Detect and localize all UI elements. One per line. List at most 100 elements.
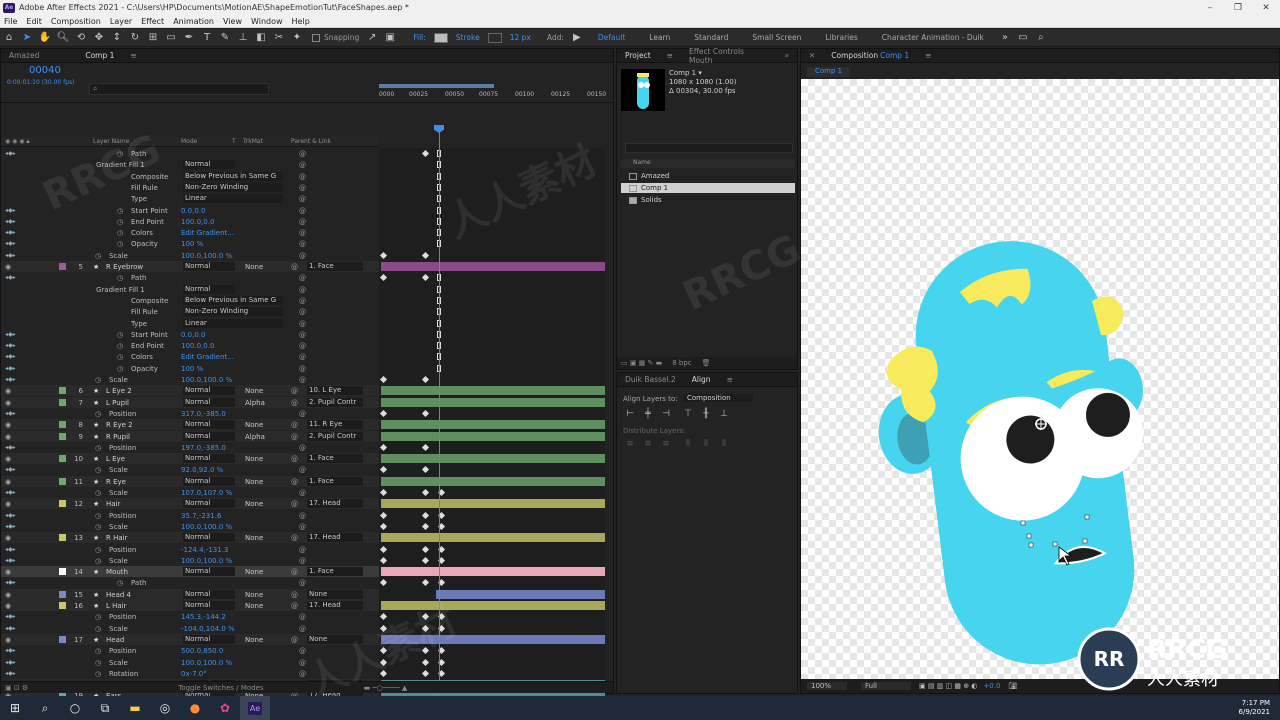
stopwatch-icon[interactable]: ◷ xyxy=(95,489,101,497)
pickwhip-icon[interactable]: @ xyxy=(299,240,306,248)
stopwatch-icon[interactable]: ◷ xyxy=(117,207,123,215)
keyframe-nav-icon[interactable]: ◂◆▸ xyxy=(5,444,16,451)
snap-target-icon[interactable]: ▣ xyxy=(383,31,397,45)
keyframe[interactable] xyxy=(421,578,430,587)
property-row[interactable]: ◂◆▸ ◷ Position 197.0,-385.0 @ xyxy=(1,442,379,453)
project-item[interactable]: Solids xyxy=(621,195,795,205)
keyframe-nav-icon[interactable]: ◂◆▸ xyxy=(5,150,16,157)
property-row[interactable]: ◂◆▸ ◷ Scale 100.0,100.0 % @ xyxy=(1,374,379,385)
visibility-eye-icon[interactable]: ◉ xyxy=(5,263,11,271)
pickwhip-icon[interactable]: @ xyxy=(291,387,298,395)
keyframe-nav-icon[interactable]: ◂◆▸ xyxy=(5,274,16,281)
keyframe-nav-icon[interactable]: ◂◆▸ xyxy=(5,410,16,417)
label-color-swatch[interactable] xyxy=(59,636,66,643)
firefox-icon[interactable]: ● xyxy=(180,696,210,720)
property-value[interactable]: 145.3,-144.2 xyxy=(181,613,226,621)
keyframe-nav-icon[interactable]: ◂◆▸ xyxy=(5,557,16,564)
property-row[interactable]: Composite Below Previous in Same G @ xyxy=(1,171,379,182)
pickwhip-icon[interactable]: @ xyxy=(299,365,306,373)
layer-name[interactable]: R Hair xyxy=(106,534,127,542)
property-value[interactable]: 500.0,850.0 xyxy=(181,647,223,655)
pickwhip-icon[interactable]: @ xyxy=(299,613,306,621)
property-value[interactable]: 317.0,-385.0 xyxy=(181,410,226,418)
property-row[interactable]: ◂◆▸ ◷ Scale 100.0,100.0 % @ xyxy=(1,521,379,532)
mode-dropdown[interactable]: Normal xyxy=(183,398,235,407)
pickwhip-icon[interactable]: @ xyxy=(291,636,298,644)
keyframe-nav-icon[interactable]: ◂◆▸ xyxy=(5,342,16,349)
project-item[interactable]: Amazed xyxy=(621,171,795,181)
layer-row[interactable]: ◉ 11 ★ R Eye Normal None @1. Face xyxy=(1,476,379,487)
pickwhip-icon[interactable]: @ xyxy=(291,433,298,441)
keyframe[interactable] xyxy=(421,545,430,554)
layer-row[interactable]: ◉ 15 ★ Head 4 Normal None @ None xyxy=(1,589,379,600)
keyframe[interactable] xyxy=(421,511,430,520)
label-color-swatch[interactable] xyxy=(59,421,66,428)
tab-menu-icon[interactable]: ≡ xyxy=(719,375,741,384)
property-row[interactable]: Composite Below Previous in Same G @ xyxy=(1,295,379,306)
close-button[interactable]: ✕ xyxy=(1252,3,1280,13)
pickwhip-icon[interactable]: @ xyxy=(299,647,306,655)
layer-duration-bar[interactable] xyxy=(381,454,605,463)
pan-tool-icon[interactable]: ✥ xyxy=(92,31,106,45)
property-row[interactable]: ◂◆▸ ◷ Position 317.0,-385.0 @ xyxy=(1,408,379,419)
pickwhip-icon[interactable]: @ xyxy=(299,173,306,181)
workspace-character-animation[interactable]: Character Animation - Duik xyxy=(882,33,984,42)
menu-view[interactable]: View xyxy=(223,17,242,26)
workspace-default[interactable]: Default xyxy=(598,33,625,42)
property-group-name[interactable]: Gradient Fill 1 xyxy=(96,286,145,294)
type-tool-icon[interactable]: T xyxy=(200,31,214,45)
layer-name[interactable]: Head 4 xyxy=(106,591,131,599)
keyframe[interactable] xyxy=(379,409,388,418)
visibility-eye-icon[interactable]: ◉ xyxy=(5,636,11,644)
layer-name[interactable]: Mouth xyxy=(106,568,128,576)
mode-dropdown[interactable]: Normal xyxy=(183,160,235,169)
mode-dropdown[interactable]: Normal xyxy=(183,477,235,486)
mode-dropdown[interactable]: Normal xyxy=(183,533,235,542)
rotate-tool-icon[interactable]: ↻ xyxy=(128,31,142,45)
stopwatch-icon[interactable]: ◷ xyxy=(117,365,123,373)
pickwhip-icon[interactable]: @ xyxy=(291,534,298,542)
after-effects-task[interactable]: Ae xyxy=(240,696,270,720)
trkmat-dropdown[interactable]: Alpha xyxy=(245,399,265,407)
stopwatch-icon[interactable]: ◷ xyxy=(95,466,101,474)
pickwhip-icon[interactable]: @ xyxy=(299,466,306,474)
mode-dropdown[interactable]: Normal xyxy=(183,499,235,508)
trkmat-dropdown[interactable]: None xyxy=(245,387,263,395)
trkmat-dropdown[interactable]: None xyxy=(245,478,263,486)
mode-dropdown[interactable]: Normal xyxy=(183,635,235,644)
align-to-dropdown[interactable]: Composition xyxy=(683,394,753,402)
timeline-search-input[interactable]: ⌕ xyxy=(89,83,269,95)
system-clock[interactable]: 7:17 PM 6/9/2021 xyxy=(1239,699,1270,717)
property-row[interactable]: ◂◆▸ ◷ Scale 100.0,100.0 % @ xyxy=(1,250,379,261)
property-row[interactable]: ◂◆▸ ◷ Scale 100.0,100.0 % @ xyxy=(1,657,379,668)
layer-duration-bar[interactable] xyxy=(381,386,605,395)
workspace-menu-icon[interactable]: ▭ xyxy=(1016,31,1030,45)
keyframe[interactable] xyxy=(421,624,430,633)
more-tabs-icon[interactable]: » xyxy=(776,51,797,60)
col-trkmat[interactable]: TrkMat xyxy=(243,138,263,145)
stopwatch-icon[interactable]: ◷ xyxy=(95,647,101,655)
pickwhip-icon[interactable]: @ xyxy=(291,568,298,576)
home-icon[interactable]: ⌂ xyxy=(2,31,16,45)
layer-duration-bar[interactable] xyxy=(381,477,605,486)
mode-dropdown[interactable]: Normal xyxy=(183,567,235,576)
pickwhip-icon[interactable]: @ xyxy=(299,512,306,520)
property-row[interactable]: ◂◆▸ ◷ Path @ xyxy=(1,272,379,283)
timeline-tracks[interactable] xyxy=(379,148,605,720)
search-icon[interactable]: ⌕ xyxy=(30,696,60,720)
visibility-eye-icon[interactable]: ◉ xyxy=(5,433,11,441)
col-parent[interactable]: Parent & Link xyxy=(291,138,331,145)
layer-duration-bar[interactable] xyxy=(381,499,605,508)
property-dropdown[interactable]: Non-Zero Winding xyxy=(183,307,283,316)
trkmat-dropdown[interactable]: None xyxy=(245,534,263,542)
pickwhip-icon[interactable]: @ xyxy=(291,591,298,599)
parent-dropdown[interactable]: 1. Face xyxy=(307,477,363,486)
layer-duration-bar[interactable] xyxy=(381,601,605,610)
menu-file[interactable]: File xyxy=(4,17,17,26)
property-row[interactable]: ◂◆▸ ◷ Position -124.4,-131.3 @ xyxy=(1,544,379,555)
keyframe[interactable] xyxy=(379,251,388,260)
puppet-tool-icon[interactable]: ✦ xyxy=(290,31,304,45)
property-value[interactable]: 107.0,107.0 % xyxy=(181,489,232,497)
project-item[interactable]: Comp 1 xyxy=(621,183,795,193)
align-top-icon[interactable]: ⊤ xyxy=(683,409,693,419)
